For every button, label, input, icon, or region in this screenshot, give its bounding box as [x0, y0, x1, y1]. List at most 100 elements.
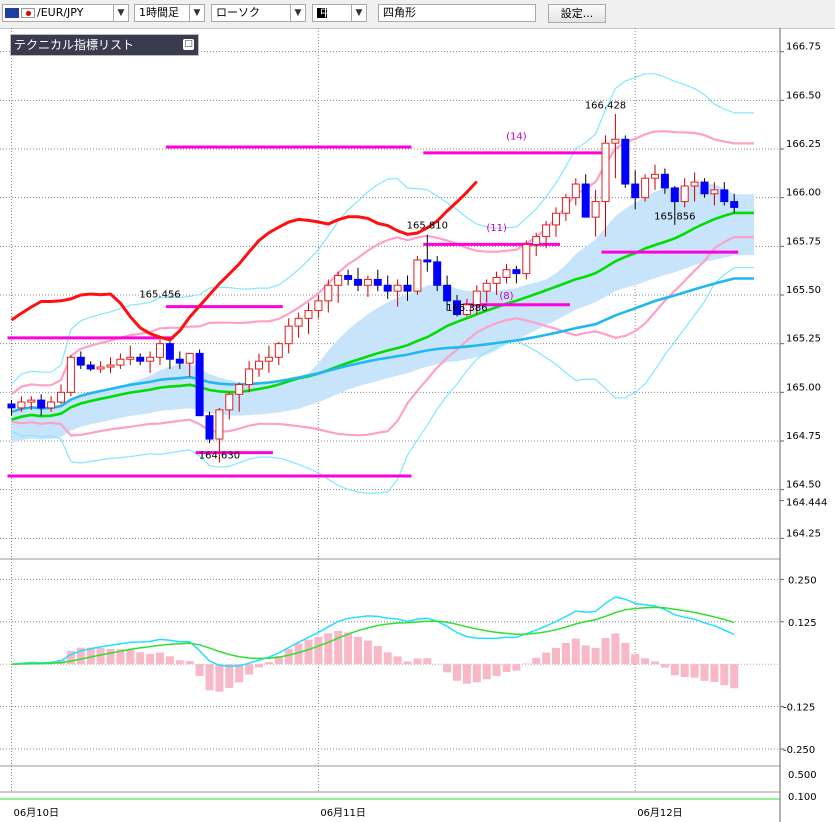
- candle: [314, 295, 323, 319]
- candle-down-body: [373, 278, 382, 286]
- candle-up-body: [641, 177, 650, 199]
- price-tick-label: 164.444: [786, 498, 827, 509]
- candle: [57, 384, 65, 405]
- candle-down-body: [165, 343, 174, 360]
- line-width-select[interactable]: 中: [312, 4, 352, 22]
- candle-down-body: [195, 352, 204, 417]
- candle-down-body: [344, 275, 353, 280]
- candle-up-body: [522, 243, 531, 275]
- candle: [601, 135, 610, 237]
- macd-histogram-bar: [413, 658, 422, 665]
- price-chart[interactable]: 165.456 164.630 165.810 165.386 166.428 165.8…: [0, 28, 835, 822]
- price-tick-label: 166.25: [786, 139, 821, 150]
- macd-histogram-bar: [165, 656, 174, 665]
- candle: [76, 351, 85, 369]
- macd-histogram-bar: [215, 664, 224, 692]
- macd-histogram-bar: [304, 639, 313, 665]
- candle-up-body: [185, 352, 194, 364]
- candle-up-body: [314, 300, 323, 312]
- macd-histogram-bar: [205, 664, 214, 691]
- candle-up-body: [601, 142, 610, 203]
- candle: [532, 232, 541, 257]
- macd-histogram-bar: [571, 638, 580, 665]
- chevron-down-icon[interactable]: ▼: [290, 4, 306, 22]
- macd-histogram-bar: [670, 664, 679, 676]
- candle-up-body: [680, 185, 689, 203]
- bollinger-lower-outer: [11, 267, 754, 495]
- macd-histogram-bar: [403, 661, 412, 665]
- drawing-tool-field[interactable]: 四角形: [378, 4, 536, 22]
- technical-indicator-list[interactable]: テクニカル指標リスト □: [10, 34, 199, 56]
- price-annotation: 164.630: [199, 450, 240, 461]
- candle-up-body: [571, 183, 580, 199]
- candle-down-body: [76, 356, 85, 366]
- macd-tick-label: -0.250: [783, 745, 815, 756]
- candle: [423, 234, 432, 272]
- price-annotation: (8): [499, 291, 513, 302]
- timeframe-select[interactable]: 1時間足: [134, 4, 190, 22]
- macd-histogram-bar: [344, 632, 353, 665]
- chevron-down-icon[interactable]: ▼: [351, 4, 367, 22]
- settings-button[interactable]: 設定...: [548, 4, 606, 23]
- candle: [561, 193, 570, 222]
- macd-histogram-bar: [631, 654, 640, 665]
- candle-down-body: [423, 259, 432, 263]
- candle-up-body: [27, 399, 36, 403]
- candle-up-body: [591, 201, 600, 218]
- candle-down-body: [720, 189, 729, 203]
- candle: [413, 256, 422, 295]
- candle: [344, 269, 353, 286]
- price-tick-label: 165.25: [786, 334, 821, 345]
- candle-down-body: [512, 269, 521, 275]
- macd-histogram-bar: [363, 640, 372, 665]
- candle-up-body: [324, 284, 333, 302]
- chevron-down-icon[interactable]: ▼: [113, 4, 129, 22]
- macd-histogram-bar: [225, 664, 234, 688]
- candle: [86, 361, 95, 371]
- candle: [373, 269, 382, 292]
- candle: [136, 353, 145, 366]
- close-icon[interactable]: □: [183, 39, 194, 50]
- candle-up-body: [274, 343, 283, 358]
- macd-histogram-bar: [314, 636, 323, 665]
- candle-up-body: [255, 360, 263, 370]
- candle-up-body: [561, 197, 570, 214]
- toolbar: /EUR/JPY ▼ 1時間足 ▼ ローソク ▼ 中 ▼ 四角形 設定...: [0, 0, 835, 29]
- candle-up-body: [334, 275, 343, 286]
- symbol-select[interactable]: /EUR/JPY: [2, 4, 114, 22]
- macd-histogram-bar: [106, 648, 115, 665]
- candle-up-body: [225, 393, 234, 411]
- candle: [195, 349, 204, 417]
- macd-histogram-bar: [512, 664, 521, 671]
- macd-histogram-bar: [542, 652, 551, 665]
- candle: [581, 174, 590, 218]
- macd-histogram-bar: [581, 645, 590, 665]
- macd-histogram-bar: [235, 664, 244, 683]
- macd-histogram-bar: [651, 661, 659, 665]
- candle-up-body: [116, 358, 125, 366]
- chevron-down-icon[interactable]: ▼: [189, 4, 205, 22]
- macd-histogram-bar: [730, 664, 739, 689]
- macd-histogram-bar: [453, 664, 461, 681]
- candle-up-body: [146, 356, 155, 362]
- candle: [156, 339, 164, 366]
- candle: [146, 351, 155, 373]
- price-tick-label: 165.00: [786, 382, 821, 393]
- macd-histogram-bar: [264, 662, 273, 665]
- candle-down-body: [86, 364, 95, 370]
- macd-histogram-bar: [354, 636, 362, 665]
- chart-type-select[interactable]: ローソク: [211, 4, 291, 22]
- macd-histogram-bar: [126, 649, 135, 665]
- candle-down-body: [205, 415, 214, 440]
- candle: [363, 275, 372, 297]
- candle: [571, 178, 580, 206]
- candle-up-body: [264, 356, 273, 362]
- candle: [304, 302, 313, 334]
- candle: [96, 361, 105, 373]
- line-width-label: 中: [320, 6, 331, 19]
- macd-histogram-bar: [532, 657, 541, 665]
- candle-up-body: [413, 259, 422, 292]
- macd-tick-label: 0.125: [788, 618, 817, 629]
- candle: [324, 279, 333, 313]
- macd-histogram-bar: [680, 664, 689, 678]
